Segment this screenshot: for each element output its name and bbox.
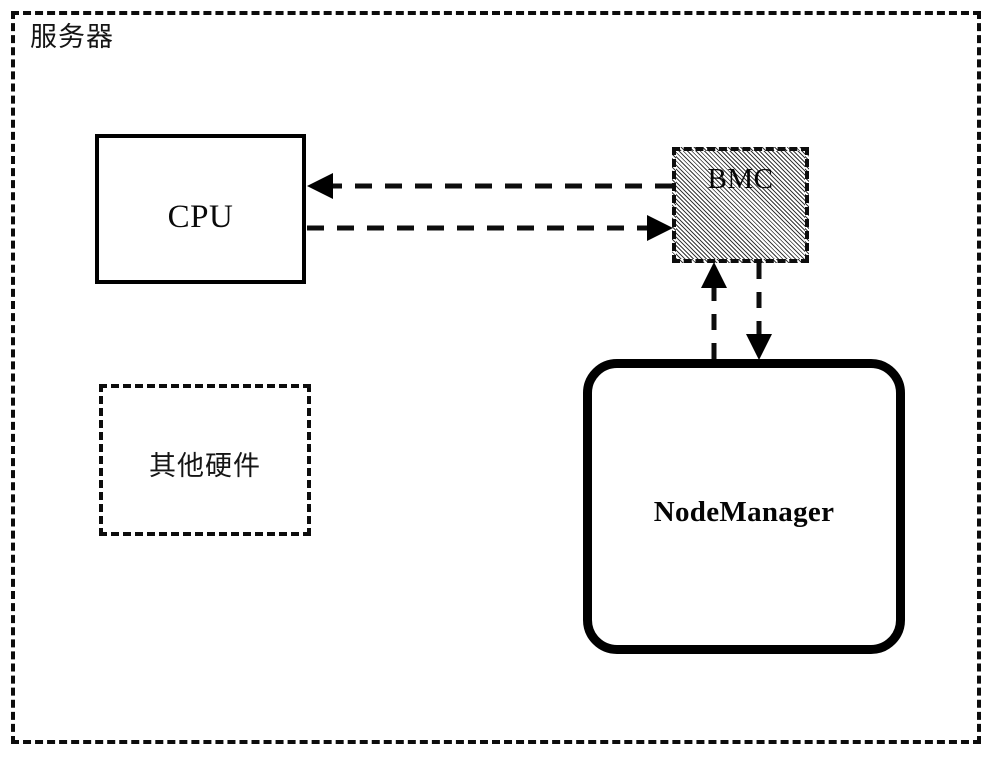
bmc-label: BMC: [707, 163, 774, 195]
cpu-node: CPU: [95, 134, 306, 284]
bmc-node: BMC: [672, 147, 809, 263]
other-hardware-label: 其他硬件: [149, 450, 261, 482]
nodemanager-label: NodeManager: [653, 496, 835, 528]
diagram-canvas: 服务器 CPU 其他硬件 BMC NodeManager: [0, 0, 1000, 760]
cpu-label: CPU: [167, 198, 234, 235]
server-label: 服务器: [30, 22, 114, 53]
nodemanager-node: NodeManager: [583, 359, 905, 654]
other-hardware-node: 其他硬件: [99, 384, 311, 536]
